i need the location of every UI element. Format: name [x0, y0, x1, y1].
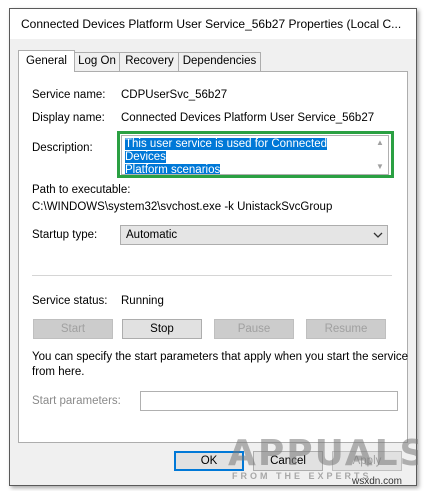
- display-name-value: Connected Devices Platform User Service_…: [121, 112, 375, 124]
- start-button[interactable]: Start: [33, 319, 113, 339]
- general-panel: [18, 71, 408, 443]
- service-name-label: Service name:: [32, 89, 106, 101]
- chevron-down-icon: [373, 232, 383, 238]
- window-title: Connected Devices Platform User Service_…: [21, 17, 402, 31]
- service-name-value: CDPUserSvc_56b27: [121, 89, 228, 101]
- startup-type-label: Startup type:: [32, 229, 98, 241]
- tab-recovery[interactable]: Recovery: [119, 52, 180, 71]
- start-params-hint-line-1: You can specify the start parameters tha…: [32, 351, 409, 363]
- startup-type-select[interactable]: Automatic: [120, 225, 388, 245]
- separator: [32, 275, 392, 276]
- start-params-input[interactable]: [140, 391, 398, 411]
- resume-button[interactable]: Resume: [306, 319, 386, 339]
- start-params-label: Start parameters:: [32, 395, 121, 407]
- startup-type-value: Automatic: [126, 229, 178, 241]
- start-params-hint-line-2: from here.: [32, 366, 85, 378]
- tab-general[interactable]: General: [18, 50, 75, 72]
- path-value: C:\WINDOWS\system32\svchost.exe -k Unist…: [32, 201, 333, 213]
- tab-log-on[interactable]: Log On: [73, 52, 121, 71]
- properties-dialog: Connected Devices Platform User Service_…: [9, 8, 417, 486]
- stop-button[interactable]: Stop: [122, 319, 202, 339]
- display-name-label: Display name:: [32, 112, 105, 124]
- description-label: Description:: [32, 142, 93, 154]
- description-highlight-box: [117, 131, 394, 178]
- tab-dependencies[interactable]: Dependencies: [178, 52, 261, 71]
- site-watermark: wsxdn.com: [352, 476, 403, 487]
- pause-button[interactable]: Pause: [214, 319, 294, 339]
- title-bar[interactable]: Connected Devices Platform User Service_…: [10, 9, 416, 39]
- service-status-value: Running: [121, 295, 164, 307]
- service-status-label: Service status:: [32, 295, 108, 307]
- watermark-tagline: FROM THE EXPERTS: [232, 471, 372, 481]
- watermark-logo-text: APPUALS: [228, 433, 418, 474]
- path-label: Path to executable:: [32, 184, 131, 196]
